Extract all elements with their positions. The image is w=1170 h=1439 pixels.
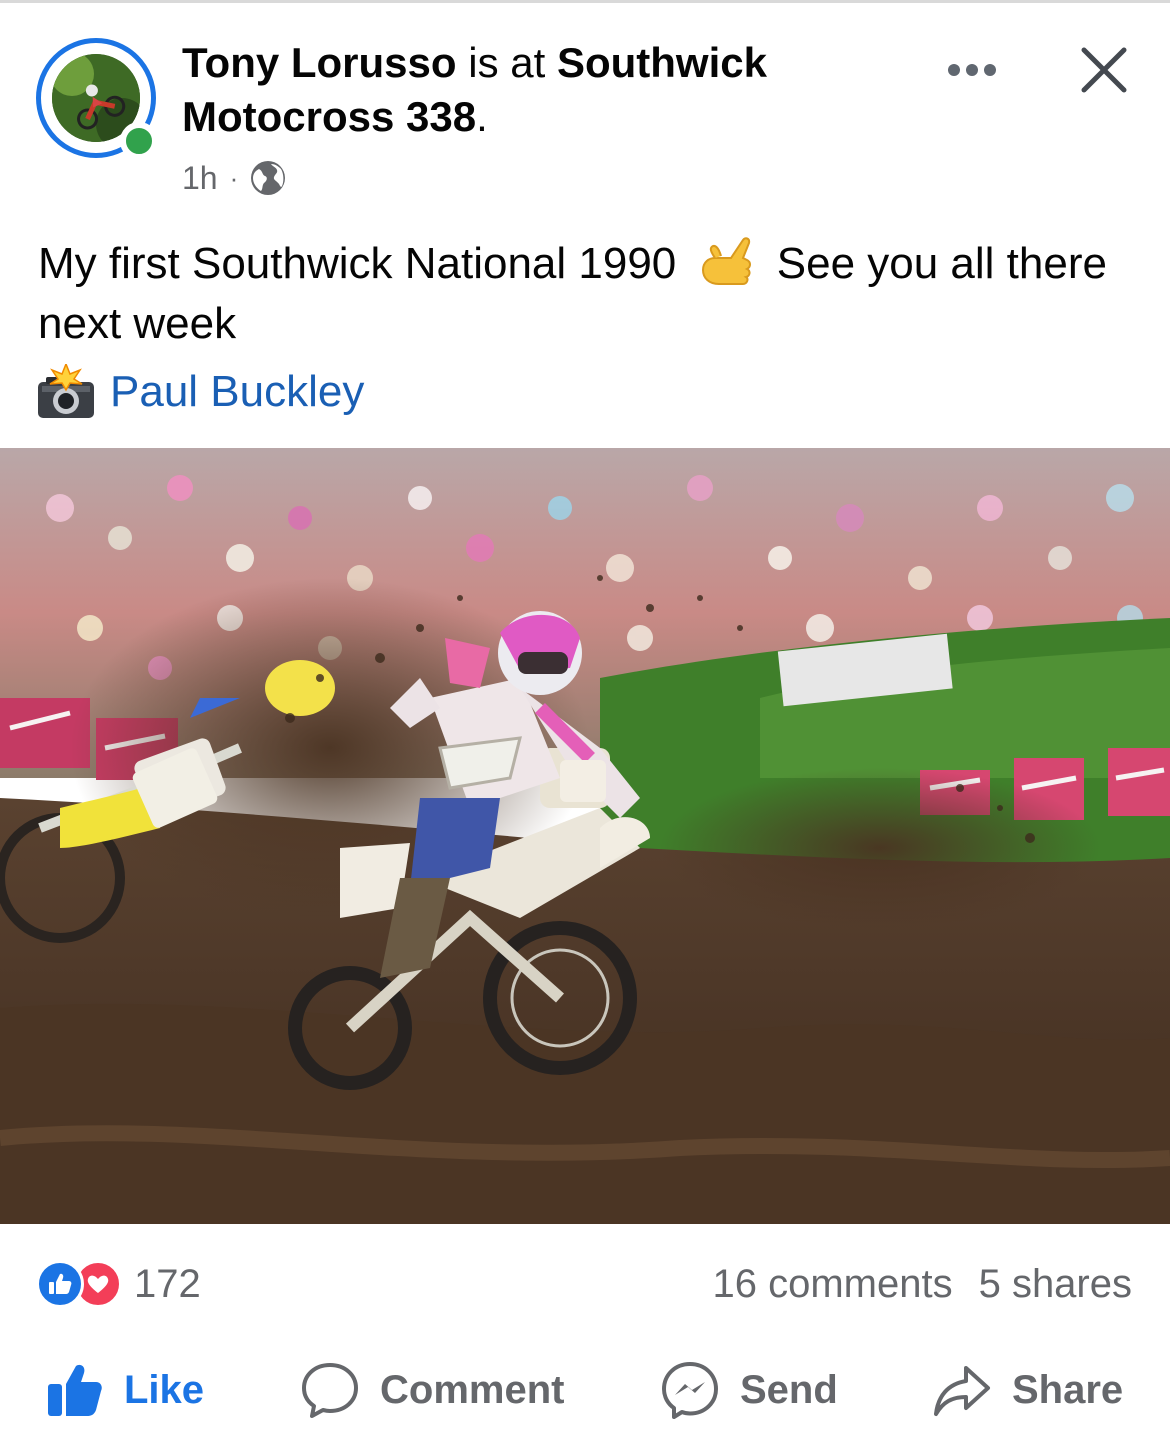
shares-count[interactable]: 5 shares xyxy=(979,1262,1132,1307)
like-label: Like xyxy=(124,1367,205,1412)
thumbs-up-icon xyxy=(48,1364,102,1416)
photo-credit: Paul Buckley xyxy=(36,360,364,424)
reaction-count: 172 xyxy=(134,1261,201,1306)
comment-label: Comment xyxy=(380,1367,565,1412)
close-icon[interactable] xyxy=(1074,40,1134,100)
meta-separator: · xyxy=(229,162,239,193)
post-meta: 1h · xyxy=(182,152,286,204)
more-options-dot xyxy=(948,64,960,76)
post-time[interactable]: 1h xyxy=(182,160,218,197)
caption-text-1: My first Southwick National 1990 xyxy=(38,239,677,288)
send-label: Send xyxy=(740,1367,838,1412)
photographer-link[interactable]: Paul Buckley xyxy=(110,367,364,417)
more-options-dot xyxy=(966,64,978,76)
action-bar: Like Comment Send Share xyxy=(0,1350,1170,1430)
send-button[interactable]: Send xyxy=(660,1350,838,1430)
motocross-race-photo[interactable] xyxy=(0,448,1170,1224)
globe-icon xyxy=(251,161,286,195)
like-button[interactable]: Like xyxy=(44,1350,204,1430)
is-at-text: is at xyxy=(468,39,546,86)
messenger-icon xyxy=(662,1362,718,1419)
share-label: Share xyxy=(1012,1367,1124,1412)
reactions-summary[interactable]: 172 xyxy=(36,1258,201,1310)
post-header: Tony Lorusso is at Southwick Motocross 3… xyxy=(182,36,902,144)
like-reaction-icon xyxy=(36,1260,84,1308)
author-name[interactable]: Tony Lorusso xyxy=(182,39,457,86)
call-me-hand-emoji xyxy=(701,237,751,285)
share-button[interactable]: Share xyxy=(932,1350,1123,1430)
comment-bubble-icon xyxy=(302,1363,358,1418)
top-divider xyxy=(0,0,1170,3)
more-options-dot xyxy=(984,64,996,76)
comment-button[interactable]: Comment xyxy=(300,1350,564,1430)
share-arrow-icon xyxy=(934,1366,990,1416)
camera-flash-emoji xyxy=(38,364,94,418)
engagement-stats: 16 comments 5 shares xyxy=(712,1258,1132,1310)
place-suffix: . xyxy=(476,93,488,140)
online-status-indicator xyxy=(120,122,158,160)
post-caption: My first Southwick National 1990 See you… xyxy=(38,232,1138,354)
comments-count[interactable]: 16 comments xyxy=(712,1262,952,1307)
more-options-button[interactable] xyxy=(940,48,1004,92)
